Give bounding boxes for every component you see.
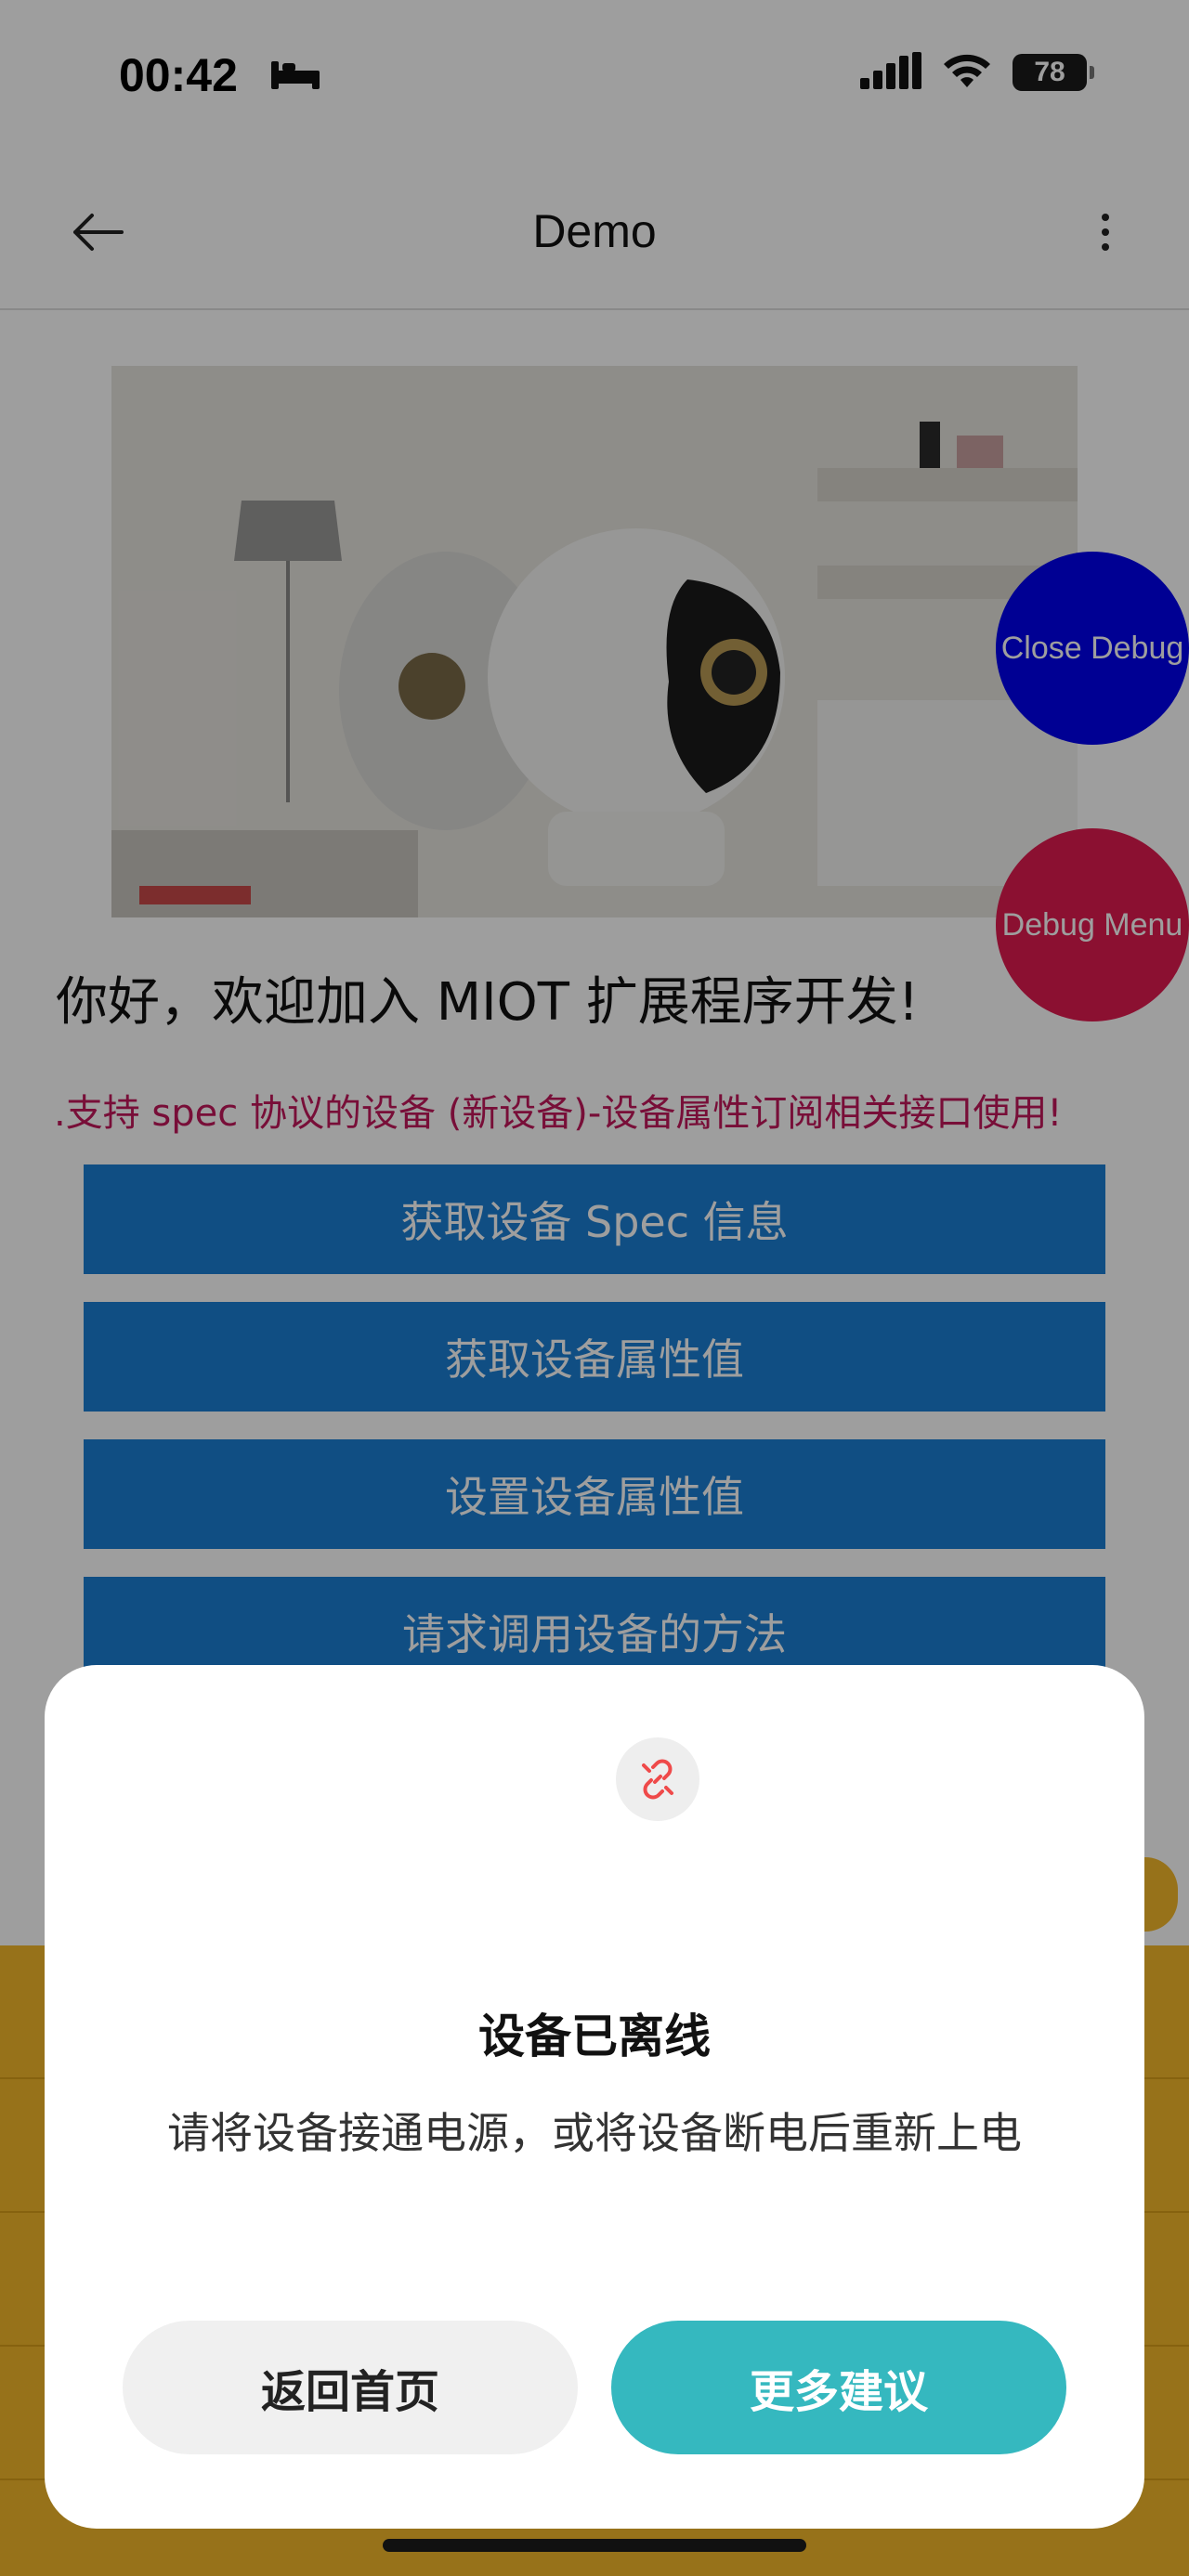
home-indicator <box>383 2539 806 2552</box>
dialog-message: 请将设备接通电源，或将设备断电后重新上电 <box>167 2108 1022 2158</box>
broken-link-icon <box>616 1737 699 1821</box>
back-home-button[interactable]: 返回首页 <box>123 2321 578 2454</box>
dialog-title: 设备已离线 <box>478 2010 711 2063</box>
offline-dialog: 设备已离线 请将设备接通电源，或将设备断电后重新上电 返回首页 更多建议 <box>45 1665 1144 2529</box>
more-suggestions-button[interactable]: 更多建议 <box>611 2321 1066 2454</box>
